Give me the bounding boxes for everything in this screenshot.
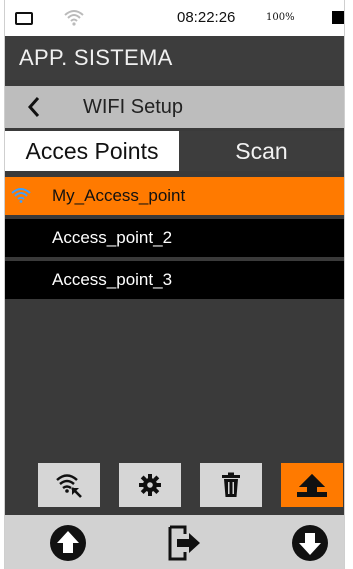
wifi-icon	[11, 188, 31, 203]
tab-bar: Acces Points Scan	[5, 131, 344, 171]
device-screen: 08:22:26 100% APP. SISTEMA WIFI Setup Ac…	[4, 0, 345, 569]
sub-header: WIFI Setup	[5, 86, 344, 128]
scroll-up-button[interactable]	[46, 521, 90, 565]
settings-button[interactable]	[119, 463, 181, 507]
access-point-list: My_Access_point Access_point_2 Access_po…	[5, 177, 344, 303]
delete-button[interactable]	[200, 463, 262, 507]
wifi-icon	[64, 10, 84, 26]
list-item-access-point-2[interactable]: Access_point_2	[5, 219, 344, 257]
tab-scan[interactable]: Scan	[179, 131, 344, 171]
app-title: APP. SISTEMA	[19, 45, 173, 70]
battery-block-icon	[332, 11, 344, 24]
list-item-label: Access_point_2	[52, 228, 173, 247]
status-time: 08:22:26	[177, 9, 236, 26]
tab-access-points[interactable]: Acces Points	[5, 131, 179, 171]
app-header: APP. SISTEMA	[5, 36, 344, 80]
list-item-label: My_Access_point	[52, 186, 186, 205]
action-toolbar	[5, 463, 344, 509]
chevron-left-icon	[27, 97, 40, 117]
exit-button[interactable]	[163, 521, 207, 565]
battery-percent: 100%	[266, 12, 295, 23]
exit-icon	[168, 525, 200, 561]
scroll-down-button[interactable]	[288, 521, 332, 565]
upload-button[interactable]	[281, 463, 343, 507]
back-button[interactable]	[19, 86, 49, 128]
trash-icon	[222, 472, 240, 497]
gear-icon	[139, 474, 161, 496]
page-title: WIFI Setup	[83, 95, 184, 118]
status-bar: 08:22:26 100%	[5, 0, 344, 36]
list-item-my-access-point[interactable]: My_Access_point	[5, 177, 344, 215]
bottom-nav	[5, 515, 344, 569]
upload-icon	[297, 474, 327, 497]
wifi-connect-icon	[56, 474, 82, 498]
list-item-label: Access_point_3	[52, 270, 173, 289]
battery-outline-icon	[15, 12, 33, 25]
arrow-down-circle-icon	[292, 525, 328, 561]
arrow-up-circle-icon	[50, 525, 86, 561]
list-item-access-point-3[interactable]: Access_point_3	[5, 261, 344, 299]
connect-button[interactable]	[38, 463, 100, 507]
